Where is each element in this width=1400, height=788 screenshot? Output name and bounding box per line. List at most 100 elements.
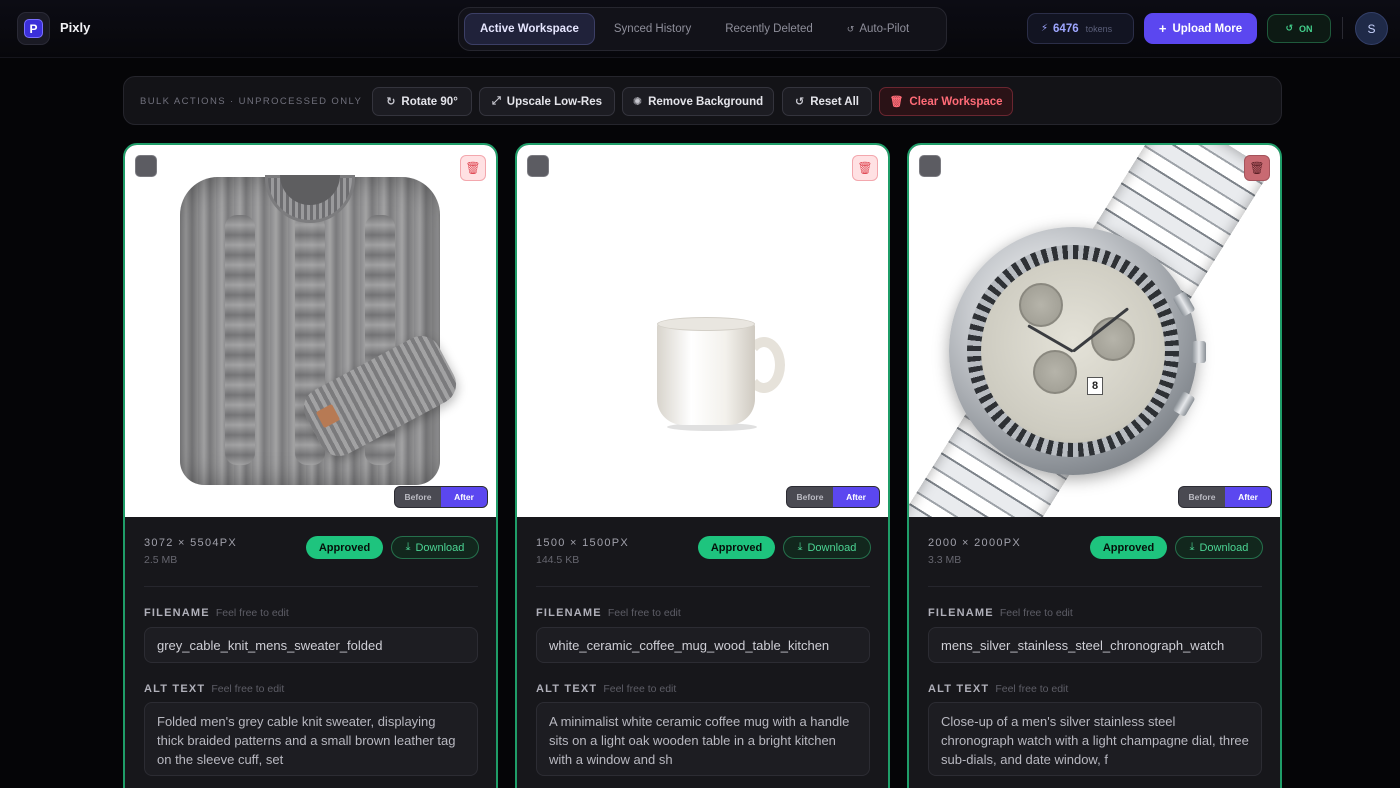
expand-icon: ⤢ bbox=[491, 95, 501, 107]
download-icon: ⤓ bbox=[1189, 541, 1195, 553]
button-label: Rotate 90° bbox=[401, 95, 458, 108]
select-checkbox[interactable] bbox=[919, 155, 941, 177]
edit-hint: Feel free to edit bbox=[211, 683, 285, 695]
button-label: Clear Workspace bbox=[909, 95, 1003, 108]
download-button[interactable]: ⤓ Download bbox=[783, 536, 871, 559]
delete-icon[interactable]: 🗑 bbox=[1244, 155, 1270, 181]
filename-input[interactable]: mens_silver_stainless_steel_chronograph_… bbox=[928, 627, 1262, 663]
remove-background-button[interactable]: ✺ Remove Background bbox=[622, 87, 774, 116]
trash-icon: 🗑 bbox=[889, 96, 904, 108]
button-label: Reset All bbox=[810, 95, 859, 108]
edit-hint: Feel free to edit bbox=[607, 607, 681, 619]
edit-hint: Feel free to edit bbox=[995, 683, 1069, 695]
file-size: 2.5 MB bbox=[144, 554, 178, 566]
filename-input[interactable]: white_ceramic_coffee_mug_wood_table_kitc… bbox=[536, 627, 870, 663]
avatar[interactable]: S bbox=[1355, 12, 1388, 45]
cable-pattern bbox=[225, 215, 255, 465]
auto-pilot-icon: ↺ bbox=[1285, 23, 1294, 33]
alt-text-input[interactable]: Close-up of a men's silver stainless ste… bbox=[928, 702, 1262, 776]
tokens-badge[interactable]: ⚡ 6476 tokens bbox=[1027, 13, 1134, 44]
bulk-actions-bar: BULK ACTIONS · UNPROCESSED ONLY ↻ Rotate… bbox=[123, 76, 1282, 125]
alt-text-input[interactable]: Folded men's grey cable knit sweater, di… bbox=[144, 702, 478, 776]
upload-more-button[interactable]: + Upload More bbox=[1144, 13, 1257, 44]
before-option[interactable]: Before bbox=[1179, 487, 1225, 507]
after-option[interactable]: After bbox=[1225, 487, 1271, 507]
label-text: FILENAME bbox=[144, 607, 210, 619]
upscale-button[interactable]: ⤢ Upscale Low-Res bbox=[479, 87, 615, 116]
delete-icon[interactable]: 🗑 bbox=[460, 155, 486, 181]
tokens-unit: tokens bbox=[1085, 23, 1113, 34]
label-text: FILENAME bbox=[536, 607, 602, 619]
tab-label: Active Workspace bbox=[480, 23, 579, 35]
tokens-value: 6476 bbox=[1053, 22, 1079, 35]
before-after-toggle[interactable]: Before After bbox=[786, 486, 880, 508]
tab-recently-deleted[interactable]: Recently Deleted bbox=[710, 13, 828, 45]
tab-auto-pilot[interactable]: ↺ Auto-Pilot bbox=[832, 13, 924, 45]
product-image[interactable] bbox=[125, 145, 496, 517]
image-meta: 2000 × 2000PX 3.3 MB bbox=[928, 537, 1021, 566]
download-icon: ⤓ bbox=[405, 541, 411, 553]
delete-icon[interactable]: 🗑 bbox=[852, 155, 878, 181]
label-text: FILENAME bbox=[928, 607, 994, 619]
rotate-icon: ↻ bbox=[386, 96, 396, 108]
image-card-mug: 🗑 Before After 1500 × 1500PX 144.5 KB Ap… bbox=[515, 143, 890, 788]
date-window: 8 bbox=[1087, 377, 1103, 395]
app-logo[interactable]: P bbox=[17, 12, 50, 45]
app-name: Pixly bbox=[60, 20, 91, 35]
status-badge: Approved bbox=[698, 536, 775, 559]
product-image[interactable]: 8 bbox=[909, 145, 1280, 517]
top-bar: P Pixly Active Workspace Synced History … bbox=[0, 0, 1400, 58]
download-label: Download bbox=[1199, 541, 1249, 554]
image-dimensions: 3072 × 5504PX bbox=[144, 537, 238, 549]
header-divider bbox=[1342, 17, 1343, 39]
upload-label: Upload More bbox=[1172, 22, 1243, 35]
rotate-button[interactable]: ↻ Rotate 90° bbox=[372, 87, 472, 116]
auto-pilot-icon: ↺ bbox=[846, 23, 855, 34]
filename-label: FILENAME Feel free to edit bbox=[536, 607, 681, 619]
before-after-toggle[interactable]: Before After bbox=[1178, 486, 1272, 508]
clear-workspace-button[interactable]: 🗑 Clear Workspace bbox=[879, 87, 1013, 116]
tab-label: Auto-Pilot bbox=[859, 23, 910, 35]
before-option[interactable]: Before bbox=[787, 487, 833, 507]
filename-label: FILENAME Feel free to edit bbox=[928, 607, 1073, 619]
image-dimensions: 1500 × 1500PX bbox=[536, 537, 630, 549]
mug-rim bbox=[657, 317, 755, 331]
tab-active-workspace[interactable]: Active Workspace bbox=[464, 13, 595, 45]
tab-synced-history[interactable]: Synced History bbox=[599, 13, 706, 45]
autopilot-toggle[interactable]: ↺ ON bbox=[1267, 14, 1331, 43]
select-checkbox[interactable] bbox=[135, 155, 157, 177]
workspace-tabs: Active Workspace Synced History Recently… bbox=[458, 7, 947, 51]
edit-hint: Feel free to edit bbox=[603, 683, 677, 695]
watch-subdial bbox=[1033, 350, 1077, 394]
label-text: ALT TEXT bbox=[536, 683, 598, 695]
logo-mark: P bbox=[24, 19, 43, 38]
label-text: ALT TEXT bbox=[144, 683, 206, 695]
after-option[interactable]: After bbox=[441, 487, 487, 507]
download-label: Download bbox=[415, 541, 465, 554]
download-button[interactable]: ⤓ Download bbox=[391, 536, 479, 559]
image-dimensions: 2000 × 2000PX bbox=[928, 537, 1022, 549]
product-image[interactable] bbox=[517, 145, 888, 517]
watch-subdial bbox=[1019, 283, 1063, 327]
status-badge: Approved bbox=[306, 536, 383, 559]
watch-crown bbox=[1192, 341, 1206, 363]
after-option[interactable]: After bbox=[833, 487, 879, 507]
before-after-toggle[interactable]: Before After bbox=[394, 486, 488, 508]
filename-input[interactable]: grey_cable_knit_mens_sweater_folded bbox=[144, 627, 478, 663]
button-label: Remove Background bbox=[648, 95, 764, 108]
alt-text-label: ALT TEXT Feel free to edit bbox=[928, 683, 1068, 695]
edit-hint: Feel free to edit bbox=[999, 607, 1073, 619]
filename-label: FILENAME Feel free to edit bbox=[144, 607, 289, 619]
file-size: 144.5 KB bbox=[536, 554, 580, 566]
select-checkbox[interactable] bbox=[527, 155, 549, 177]
alt-text-input[interactable]: A minimalist white ceramic coffee mug wi… bbox=[536, 702, 870, 776]
mug-illustration bbox=[657, 321, 755, 425]
label-text: ALT TEXT bbox=[928, 683, 990, 695]
download-button[interactable]: ⤓ Download bbox=[1175, 536, 1263, 559]
status-badge: Approved bbox=[1090, 536, 1167, 559]
reset-all-button[interactable]: ↺ Reset All bbox=[782, 87, 872, 116]
before-option[interactable]: Before bbox=[395, 487, 441, 507]
bulk-actions-label: BULK ACTIONS · UNPROCESSED ONLY bbox=[140, 96, 363, 107]
plus-icon: + bbox=[1158, 21, 1167, 36]
reset-icon: ↺ bbox=[794, 96, 805, 108]
